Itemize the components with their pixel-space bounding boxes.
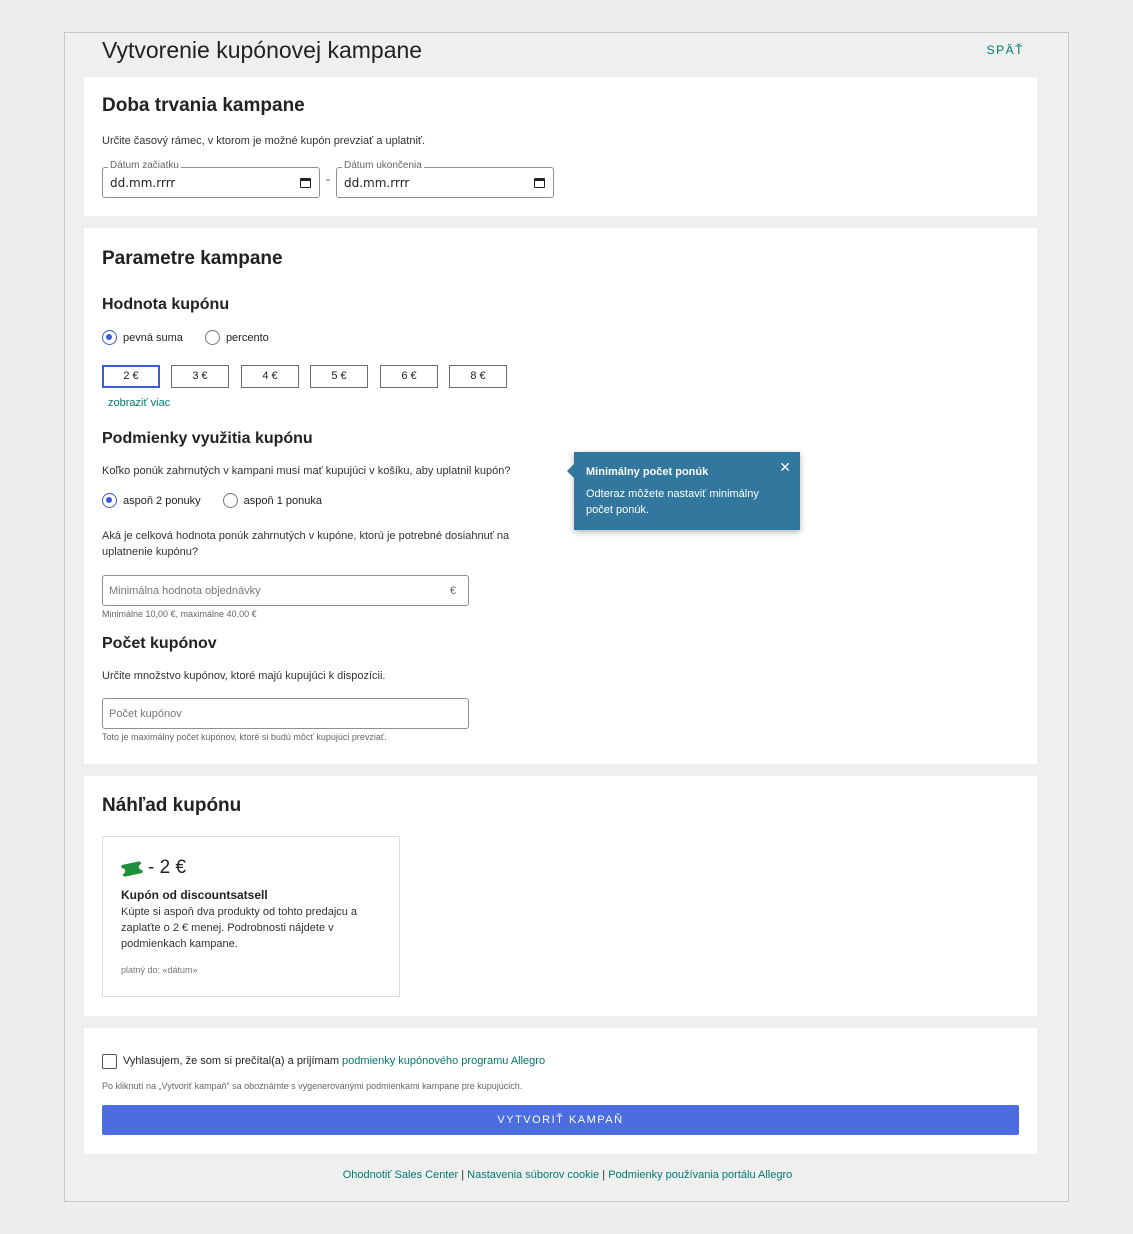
back-link[interactable]: SPÄŤ (987, 43, 1024, 57)
submit-note: Po kliknutí na „Vytvoriť kampaň“ sa oboz… (102, 1081, 523, 1091)
coupon-value-heading: Hodnota kupónu (102, 296, 230, 313)
amount-option[interactable]: 2 € (102, 365, 160, 388)
date-separator: - (326, 172, 330, 186)
parameters-section: Parametre kampane Hodnota kupónu pevná s… (84, 228, 1037, 764)
value-question-line1: Aká je celková hodnota ponúk zahrnutých … (102, 530, 510, 542)
offers-question: Koľko ponúk zahrnutých v kampani musí ma… (102, 465, 511, 477)
radio-unchecked[interactable] (204, 330, 220, 345)
end-date-label: Dátum ukončenia (342, 160, 424, 171)
close-icon[interactable]: ✕ (779, 459, 791, 476)
conditions-heading: Podmienky využitia kupónu (102, 430, 313, 447)
parameters-heading: Parametre kampane (102, 248, 283, 269)
value-type-fixed[interactable]: pevná suma (102, 330, 183, 345)
duration-section: Doba trvania kampane Určite časový rámec… (84, 77, 1037, 216)
duration-heading: Doba trvania kampane (102, 95, 305, 116)
value-question-line2: uplatnenie kupónu? (102, 546, 199, 558)
agree-text: Vyhlasujem, že som si prečítal(a) a prij… (123, 1055, 545, 1067)
min-value-hint: Minimálne 10,00 €, maximálne 40,00 € (102, 609, 257, 619)
start-date-value: dd.mm.rrrr (110, 176, 176, 190)
start-date-label: Dátum začiatku (108, 160, 181, 171)
offers-one-label: aspoň 1 ponuka (243, 494, 322, 507)
start-date-field[interactable]: Dátum začiatku dd.mm.rrrr (102, 160, 320, 198)
agree-checkbox[interactable] (102, 1054, 117, 1069)
create-campaign-button[interactable]: VYTVORIŤ KAMPAŇ (102, 1105, 1019, 1135)
offers-two[interactable]: aspoň 2 ponuky (102, 493, 201, 508)
amount-option[interactable]: 6 € (380, 365, 438, 388)
coupon-description: Kúpte si aspoň dva produkty od tohto pre… (121, 906, 358, 950)
count-description: Určite množstvo kupónov, ktoré majú kupu… (102, 670, 386, 682)
count-heading: Počet kupónov (102, 635, 217, 652)
min-value-input[interactable]: Minimálna hodnota objednávky € (102, 575, 469, 606)
footer-link-cookies[interactable]: Nastavenia súborov cookie (467, 1169, 599, 1181)
amount-option[interactable]: 3 € (171, 365, 229, 388)
coupon-title: Kupón od discountsatsell (121, 888, 268, 902)
calendar-icon[interactable] (300, 178, 311, 188)
page-title: Vytvorenie kupónovej kampane (102, 37, 423, 63)
submit-section: Vyhlasujem, že som si prečítal(a) a prij… (84, 1028, 1037, 1154)
preview-section: Náhľad kupónu - 2 € Kupón od discountsat… (84, 776, 1037, 1016)
radio-unchecked[interactable] (222, 493, 238, 508)
offers-group: aspoň 2 ponuky aspoň 1 ponuka (102, 493, 344, 508)
end-date-field[interactable]: Dátum ukončenia dd.mm.rrrr (336, 160, 554, 198)
footer: Ohodnotiť Sales Center | Nastavenia súbo… (65, 1169, 1070, 1181)
coupon-count-input[interactable]: Počet kupónov (102, 698, 469, 729)
value-type-percent-label: percento (225, 331, 269, 344)
footer-link-terms[interactable]: Podmienky používania portálu Allegro (608, 1169, 792, 1181)
tooltip-title: Minimálny počet ponúk (586, 466, 709, 478)
amount-option[interactable]: 4 € (241, 365, 299, 388)
euro-suffix: € (449, 585, 456, 597)
value-type-fixed-label: pevná suma (123, 331, 183, 344)
coupon-preview-card: - 2 € Kupón od discountsatsell Kúpte si … (102, 836, 400, 997)
terms-link[interactable]: podmienky kupónového programu Allegro (342, 1055, 545, 1067)
tooltip-text: Odteraz môžete nastaviť minimálny počet … (586, 488, 759, 516)
coupon-validity: platný do: «dátum» (121, 965, 198, 975)
footer-separator: | (461, 1169, 465, 1181)
radio-checked[interactable] (102, 330, 117, 345)
coupon-count-hint: Toto je maximálny počet kupónov, ktoré s… (102, 732, 387, 742)
end-date-value: dd.mm.rrrr (344, 176, 410, 190)
radio-checked[interactable] (102, 493, 117, 508)
footer-separator: | (602, 1169, 606, 1181)
ticket-icon (120, 861, 144, 877)
duration-description: Určite časový rámec, v ktorom je možné k… (102, 135, 426, 147)
agree-label: Vyhlasujem, že som si prečítal(a) a prij… (123, 1055, 343, 1067)
coupon-count-placeholder: Počet kupónov (109, 708, 182, 720)
footer-link-rate[interactable]: Ohodnotiť Sales Center (343, 1169, 458, 1181)
value-type-group: pevná suma percento (102, 330, 291, 345)
coupon-amount: - 2 € (148, 857, 187, 878)
offers-one[interactable]: aspoň 1 ponuka (222, 493, 322, 508)
page-frame: Vytvorenie kupónovej kampane SPÄŤ Doba t… (64, 32, 1069, 1202)
preview-heading: Náhľad kupónu (102, 795, 242, 816)
min-offers-tooltip: Minimálny počet ponúk Odteraz môžete nas… (567, 452, 800, 530)
show-more-link[interactable]: zobraziť viac (108, 395, 170, 411)
value-type-percent[interactable]: percento (204, 330, 269, 345)
amount-option[interactable]: 5 € (310, 365, 368, 388)
offers-two-label: aspoň 2 ponuky (123, 494, 201, 507)
amount-option[interactable]: 8 € (449, 365, 507, 388)
min-value-placeholder: Minimálna hodnota objednávky (109, 585, 261, 597)
calendar-icon[interactable] (534, 178, 545, 188)
